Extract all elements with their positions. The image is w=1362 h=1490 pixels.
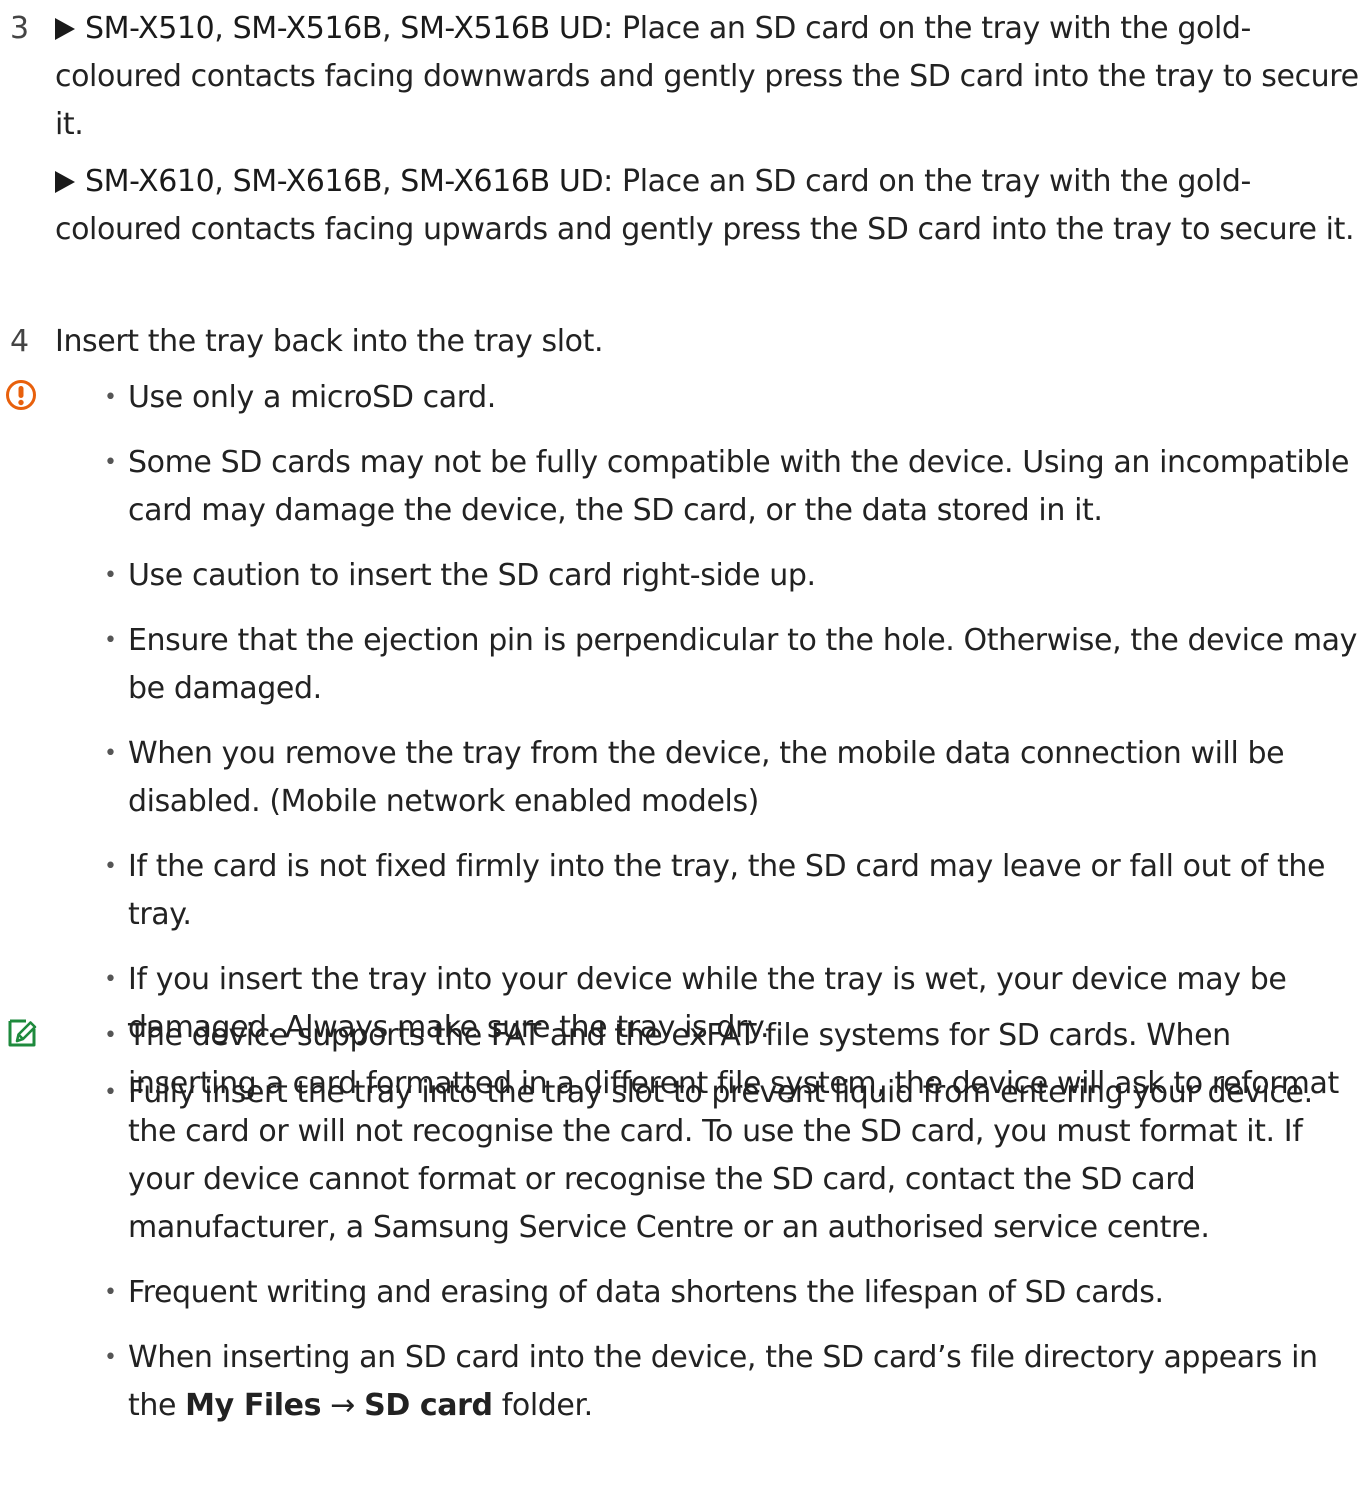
list-item: Some SD cards may not be fully compatibl… [104,439,1358,535]
list-item: When inserting an SD card into the devic… [104,1334,1358,1430]
model-name: SM-X616B UD [400,164,604,199]
model-name: SM-X616B [232,164,383,199]
list-item: Use caution to insert the SD card right-… [104,552,1358,600]
step-body: Insert the tray back into the tray slot. [55,324,604,359]
list-item: When you remove the tray from the device… [104,730,1358,826]
step-3-paragraph-1: SM-X510, SM-X516B, SM-X516B UD: Place an… [55,11,1359,142]
arrow: → [321,1388,365,1423]
menu-path-my-files: My Files [185,1388,322,1423]
list-item: If the card is not fixed firmly into the… [104,843,1358,939]
model-name: SM-X610 [85,164,215,199]
list-item: Ensure that the ejection pin is perpendi… [104,617,1358,713]
step-number: 3 [10,11,29,46]
menu-path-sd-card: SD card [364,1388,493,1423]
step-number: 4 [10,324,29,359]
model-name: SM-X516B UD [400,11,604,46]
triangle-marker-icon [55,171,75,193]
step-3-paragraph-2: SM-X610, SM-X616B, SM-X616B UD: Place an… [55,164,1355,247]
caution-icon [6,380,36,410]
model-name: SM-X516B [232,11,383,46]
model-name: SM-X510 [85,11,215,46]
note-pen-icon [8,1019,37,1047]
list-item: The device supports the FAT and the exFA… [104,1012,1358,1252]
note-list: The device supports the FAT and the exFA… [104,1012,1358,1447]
triangle-marker-icon [55,18,75,40]
list-item: Use only a microSD card. [104,374,1358,422]
list-item: Frequent writing and erasing of data sho… [104,1269,1358,1317]
step-body: SM-X510, SM-X516B, SM-X516B UD: Place an… [55,5,1362,254]
manual-page: 3 SM-X510, SM-X516B, SM-X516B UD: Place … [0,0,1362,1490]
